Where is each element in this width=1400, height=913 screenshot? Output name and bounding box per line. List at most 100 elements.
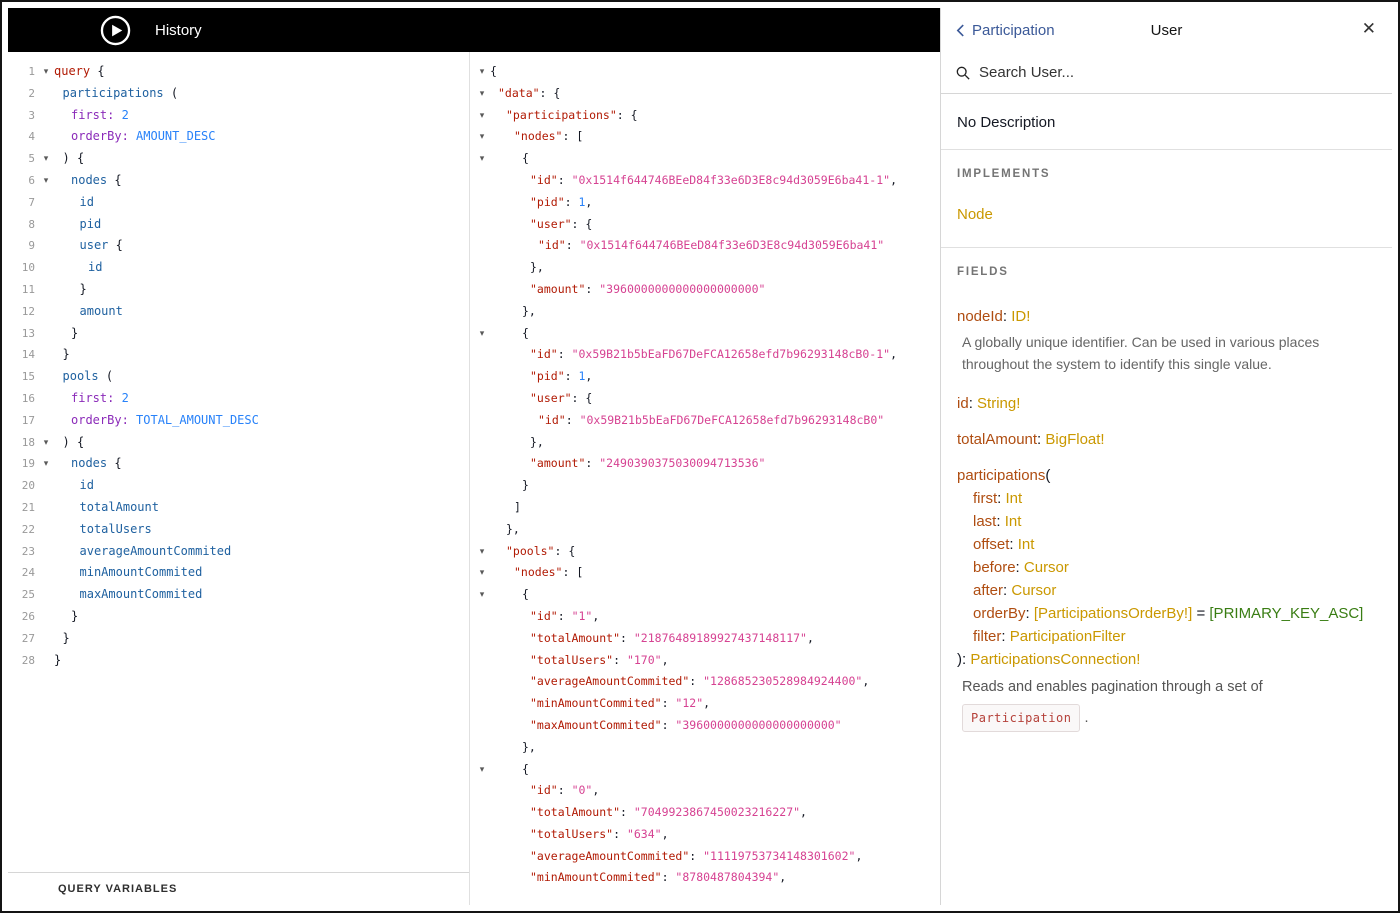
punctuation-token: { <box>107 172 122 187</box>
query-code-line: 2 participations ( <box>8 83 469 105</box>
fold-toggle-icon[interactable]: ▾ <box>38 432 54 454</box>
doc-arg-name[interactable]: last <box>973 513 996 530</box>
doc-type-link[interactable]: Cursor <box>1011 582 1056 599</box>
punctuation-token: ) { <box>62 151 85 166</box>
doc-type-link[interactable]: String! <box>977 395 1020 412</box>
doc-type-link[interactable]: ID! <box>1011 308 1030 325</box>
doc-arg-name[interactable]: offset <box>973 536 1009 553</box>
json-key-token: "pid" <box>530 194 565 209</box>
doc-arg-name[interactable]: filter <box>973 628 1001 645</box>
fold-toggle-icon <box>38 344 54 366</box>
doc-type-link-node[interactable]: Node <box>957 206 1376 223</box>
doc-type-link[interactable]: Int <box>1018 536 1035 553</box>
doc-field-line: last: Int <box>957 510 1376 533</box>
fold-toggle-icon[interactable]: ▾ <box>474 541 490 563</box>
fold-toggle-icon[interactable]: ▾ <box>474 562 490 584</box>
doc-field-name[interactable]: totalAmount <box>957 431 1037 448</box>
result-code-line: }, <box>474 737 940 759</box>
fold-toggle-icon <box>38 105 54 127</box>
punctuation-token: : <box>557 347 572 362</box>
punctuation-token: , <box>592 608 600 623</box>
doc-field-name[interactable]: nodeId <box>957 308 1003 325</box>
punctuation-token: , <box>890 347 897 362</box>
query-code-line: 4 orderBy: AMOUNT_DESC <box>8 126 469 148</box>
fold-toggle-icon[interactable]: ▾ <box>474 148 490 170</box>
fold-toggle-icon <box>38 126 54 148</box>
line-number: 8 <box>28 217 35 231</box>
doc-arg-name[interactable]: orderBy <box>973 605 1026 622</box>
line-number: 14 <box>21 348 35 362</box>
fold-toggle-icon <box>474 737 490 759</box>
json-key-token: "id" <box>530 608 558 623</box>
query-code-line: 13} <box>8 323 469 345</box>
divider <box>941 247 1392 248</box>
doc-field-name[interactable]: participations <box>957 467 1045 484</box>
result-code-line: ▾{ <box>474 61 940 83</box>
punctuation-token: : <box>620 805 634 820</box>
json-key-token: "totalAmount" <box>530 805 621 820</box>
number-token: 2 <box>121 390 129 405</box>
query-variables-toggle[interactable]: QUERY VARIABLES <box>8 872 469 905</box>
doc-type-link[interactable]: Int <box>1006 490 1023 507</box>
doc-arg-name[interactable]: first <box>973 490 997 507</box>
punctuation-token: : <box>565 238 580 253</box>
punctuation-token: ( <box>98 369 114 384</box>
fold-toggle-icon[interactable]: ▾ <box>474 61 490 83</box>
punctuation-token: { <box>522 151 529 166</box>
json-key-token: "amount" <box>530 456 586 471</box>
result-code-line: "id": "0x59B21b5bEaFD67DeFCA12658efd7b96… <box>474 344 940 366</box>
doc-arg-name[interactable]: after <box>973 582 1003 599</box>
doc-type-link[interactable]: ParticipationsConnection! <box>970 651 1140 668</box>
doc-arg-name[interactable]: before <box>973 559 1016 576</box>
execute-button[interactable] <box>100 15 131 46</box>
doc-field-line: filter: ParticipationFilter <box>957 625 1376 648</box>
fold-toggle-icon <box>38 628 54 650</box>
graphiql-main-area: History 1 ▾ query {2 participations (3 first… <box>8 8 940 905</box>
query-editor-pane[interactable]: 1 ▾ query {2 participations (3 first: 2 4 orde… <box>8 52 470 905</box>
fold-toggle-icon[interactable]: ▾ <box>38 453 54 475</box>
punctuation-token <box>129 129 136 143</box>
punctuation-token: : <box>661 696 676 711</box>
json-string-token: "1" <box>571 608 593 623</box>
doc-punctuation: : <box>1001 628 1010 645</box>
fold-toggle-icon[interactable]: ▾ <box>38 61 54 83</box>
line-number: 4 <box>28 130 35 144</box>
fold-toggle-icon[interactable]: ▾ <box>474 584 490 606</box>
doc-type-link[interactable]: Int <box>1005 513 1022 530</box>
punctuation-token: }, <box>522 303 536 318</box>
divider <box>941 149 1392 150</box>
fold-toggle-icon <box>38 388 54 410</box>
doc-fields-list: nodeId: ID! A globally unique identifier.… <box>957 305 1376 732</box>
argument-token: first: <box>71 390 115 405</box>
fold-toggle-icon <box>38 650 54 672</box>
field-token: id <box>88 260 103 275</box>
result-viewer-pane[interactable]: ▾{▾ "data": {▾ "participations": {▾ "nodes"… <box>470 52 940 905</box>
fold-toggle-icon[interactable]: ▾ <box>474 105 490 127</box>
fold-toggle-icon[interactable]: ▾ <box>474 323 490 345</box>
fold-toggle-icon[interactable]: ▾ <box>474 83 490 105</box>
fold-toggle-icon <box>474 344 490 366</box>
field-token: totalUsers <box>79 521 152 536</box>
doc-type-link[interactable]: BigFloat! <box>1045 431 1104 448</box>
fold-toggle-icon[interactable]: ▾ <box>38 170 54 192</box>
result-code-line: "user": { <box>474 214 940 236</box>
fold-toggle-icon[interactable]: ▾ <box>38 148 54 170</box>
fold-toggle-icon[interactable]: ▾ <box>474 759 490 781</box>
result-code-line: ▾{ <box>474 759 940 781</box>
doc-field-name[interactable]: id <box>957 395 969 412</box>
doc-type-link[interactable]: Cursor <box>1024 559 1069 576</box>
doc-type-chip[interactable]: Participation <box>962 704 1081 732</box>
doc-type-link[interactable]: [ParticipationsOrderBy!] <box>1034 605 1192 622</box>
doc-close-button[interactable]: ✕ <box>1362 19 1376 39</box>
punctuation-token: , <box>703 696 711 711</box>
doc-back-link[interactable]: Participation <box>956 22 1055 39</box>
doc-search-input[interactable] <box>979 64 1377 81</box>
history-button[interactable]: History <box>155 22 202 39</box>
punctuation-token: { <box>90 64 105 78</box>
fold-toggle-icon <box>38 497 54 519</box>
field-token: nodes <box>71 172 108 187</box>
doc-type-link[interactable]: ParticipationFilter <box>1010 628 1126 645</box>
fold-toggle-icon[interactable]: ▾ <box>474 126 490 148</box>
json-key-token: "data" <box>498 85 540 100</box>
json-key-token: "id" <box>538 412 566 427</box>
